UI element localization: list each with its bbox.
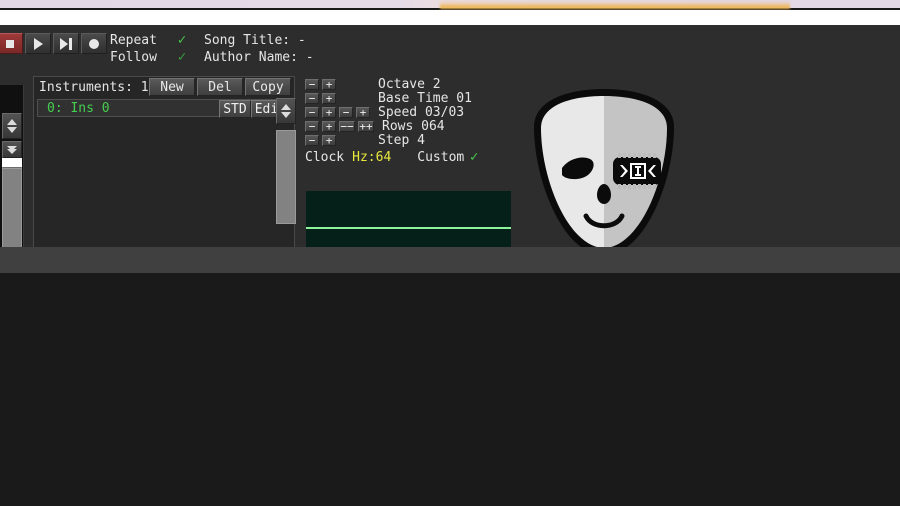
page-body-dark — [0, 273, 900, 506]
speed-label: Speed 03/03 — [378, 104, 465, 120]
rows-label: Rows 064 — [382, 118, 445, 134]
oscilloscope-top — [306, 191, 511, 227]
play-button[interactable] — [25, 33, 51, 54]
instrument-copy-button[interactable]: Copy — [245, 78, 291, 96]
setting-row-octave: − + Octave 2 — [305, 76, 510, 92]
instruments-button-row: New Del Copy — [147, 78, 291, 96]
arrow-down-icon — [7, 127, 17, 133]
instrument-std-button[interactable]: STD — [219, 100, 251, 118]
screen: Repeat ✓ Song Title: - Follow ✓ Author N… — [0, 0, 900, 506]
setting-row-rows: − + −− ++ Rows 064 — [305, 118, 510, 134]
instruments-scroll-thumb[interactable] — [276, 130, 296, 224]
custom-clock-checkbox[interactable]: ✓ — [464, 149, 484, 165]
speed2-increment-button[interactable]: + — [356, 106, 370, 118]
octave-increment-button[interactable]: + — [322, 78, 336, 90]
instruments-panel: Instruments: 1 New Del Copy 0: Ins 0 STD… — [33, 76, 295, 259]
instrument-new-button[interactable]: New — [149, 78, 195, 96]
play-from-cursor-button[interactable] — [53, 33, 79, 54]
step-decrement-button[interactable]: − — [305, 134, 319, 146]
rows-decrement-fast-button[interactable]: −− — [339, 120, 355, 132]
clock-label: Clock — [305, 149, 345, 165]
instrument-del-button[interactable]: Del — [197, 78, 243, 96]
song-header: Repeat ✓ Song Title: - Follow ✓ Author N… — [110, 32, 314, 66]
instrument-name: 0: Ins 0 — [47, 100, 110, 116]
stop-button[interactable] — [0, 33, 23, 54]
mask-logo — [530, 87, 678, 257]
follow-label: Follow — [110, 50, 157, 65]
page-body-band — [0, 247, 900, 273]
transport-bar — [0, 33, 109, 54]
author-name-label: Author Name: - — [204, 50, 314, 65]
song-title-label: Song Title: - — [204, 33, 306, 48]
pattern-scroll-page-down-button[interactable] — [2, 141, 22, 158]
repeat-row: Repeat ✓ Song Title: - — [110, 32, 314, 49]
arrow-up-icon — [281, 104, 291, 110]
pattern-scroll-thumb[interactable] — [2, 168, 22, 254]
setting-row-speed: − + − + Speed 03/03 — [305, 104, 510, 120]
pattern-scroll-marker — [2, 158, 22, 167]
speed2-decrement-button[interactable]: − — [339, 106, 353, 118]
clock-row: Clock Hz:64 Custom ✓ — [305, 149, 510, 165]
repeat-checkbox[interactable]: ✓ — [172, 32, 192, 49]
arrow-down-icon — [281, 112, 291, 118]
list-item[interactable]: 0: Ins 0 STD Edit — [37, 99, 291, 118]
base-time-decrement-button[interactable]: − — [305, 92, 319, 104]
record-icon — [89, 38, 99, 49]
step-increment-button[interactable]: + — [322, 134, 336, 146]
rows-decrement-button[interactable]: − — [305, 120, 319, 132]
follow-checkbox[interactable]: ✓ — [172, 49, 192, 66]
follow-row: Follow ✓ Author Name: - — [110, 49, 314, 66]
instruments-list: 0: Ins 0 STD Edit — [37, 99, 291, 255]
step-label: Step 4 — [378, 132, 425, 148]
octave-decrement-button[interactable]: − — [305, 78, 319, 90]
instruments-scrollbar[interactable] — [276, 98, 296, 256]
double-arrow-down-icon-2 — [7, 148, 17, 154]
stop-icon — [6, 39, 14, 48]
chip-eye-icon — [613, 153, 661, 189]
speed-increment-button[interactable]: + — [322, 106, 336, 118]
rows-increment-button[interactable]: + — [322, 120, 336, 132]
tracker-app: Repeat ✓ Song Title: - Follow ✓ Author N… — [0, 25, 900, 265]
clock-rate-value[interactable]: Hz:64 — [352, 150, 391, 165]
play-icon — [33, 37, 43, 50]
custom-clock-label: Custom — [417, 149, 465, 165]
speed-decrement-button[interactable]: − — [305, 106, 319, 118]
setting-row-step: − + Step 4 — [305, 132, 510, 148]
song-settings: − + Octave 2 − + Base Time 01 − + − + Sp… — [305, 77, 510, 165]
base-time-increment-button[interactable]: + — [322, 92, 336, 104]
browser-page-white-strip — [0, 10, 900, 25]
play-to-end-icon — [60, 37, 72, 50]
instruments-count-label: Instruments: 1 — [39, 80, 149, 95]
rows-increment-fast-button[interactable]: ++ — [358, 120, 374, 132]
pattern-scrollbar[interactable] — [0, 85, 24, 258]
octave-label: Octave 2 — [378, 76, 441, 92]
repeat-label: Repeat — [110, 33, 157, 48]
instruments-scroll-step-buttons[interactable] — [276, 98, 296, 124]
setting-row-base-time: − + Base Time 01 — [305, 90, 510, 106]
pattern-scroll-step-buttons[interactable] — [2, 113, 22, 139]
arrow-up-icon — [7, 119, 17, 125]
base-time-label: Base Time 01 — [378, 90, 472, 106]
record-button[interactable] — [81, 33, 107, 54]
